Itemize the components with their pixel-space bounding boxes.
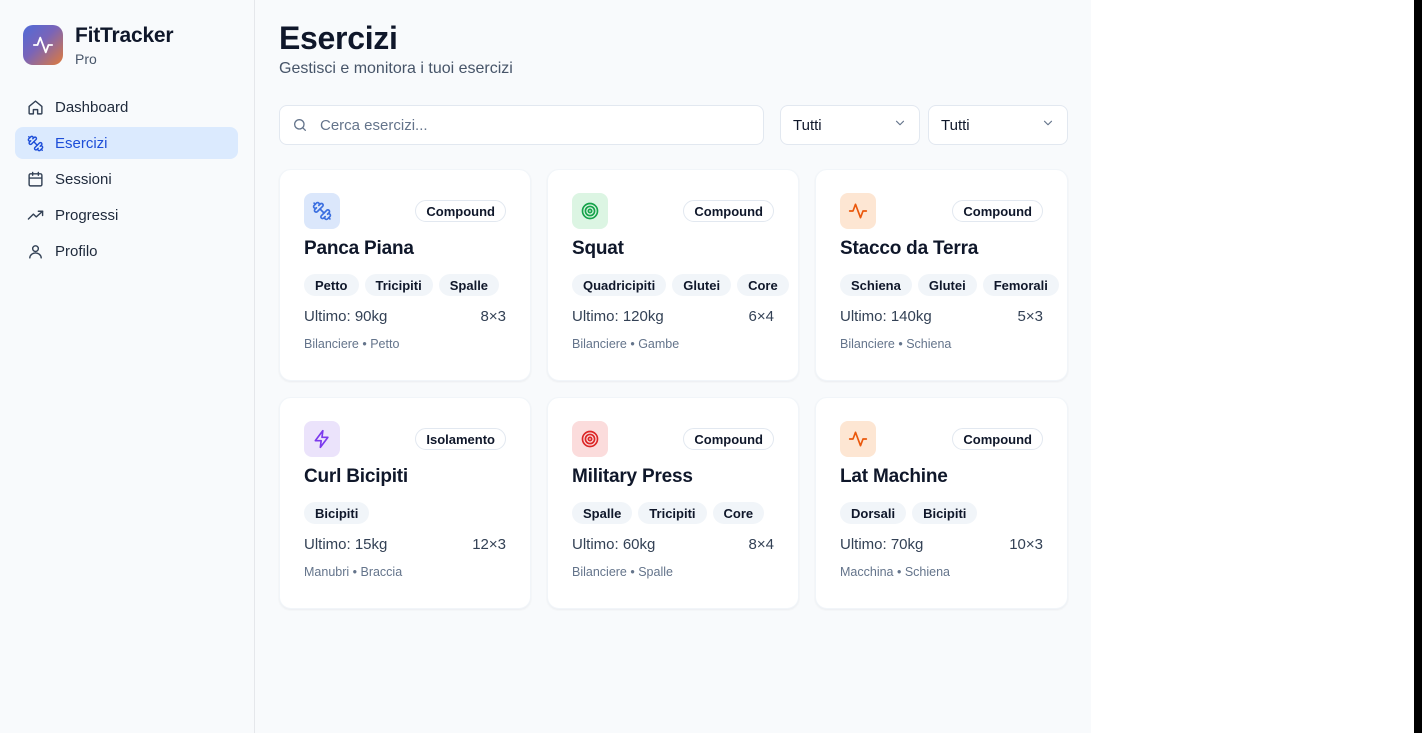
muscle-tag: Core xyxy=(737,274,789,296)
exercise-last-weight: Ultimo: 120kg xyxy=(572,308,664,325)
chevron-down-icon xyxy=(893,116,907,134)
home-icon xyxy=(26,98,44,116)
muscle-tags: Quadricipiti Glutei Core xyxy=(572,274,789,296)
muscle-tag: Bicipiti xyxy=(912,502,978,524)
main-content: Esercizi Gestisci e monitora i tuoi eser… xyxy=(255,0,1091,733)
exercise-last-weight: Ultimo: 90kg xyxy=(304,308,388,325)
exercise-meta: Bilanciere • Petto xyxy=(304,337,400,351)
muscle-tag: Glutei xyxy=(917,274,977,296)
exercise-meta: Macchina • Schiena xyxy=(840,565,950,579)
sidebar-item-esercizi[interactable]: Esercizi xyxy=(15,127,238,159)
exercise-name: Military Press xyxy=(572,466,693,487)
exercise-sets: 8×4 xyxy=(748,536,774,553)
exercise-name: Panca Piana xyxy=(304,238,414,259)
muscle-tag: Tricipiti xyxy=(364,274,433,296)
exercise-last-weight: Ultimo: 140kg xyxy=(840,308,932,325)
exercise-sets: 6×4 xyxy=(748,308,774,325)
brand-title: FitTracker xyxy=(75,24,174,47)
exercise-card[interactable]: Isolamento Curl Bicipiti Bicipiti Ultimo… xyxy=(279,397,531,609)
exercise-type-badge: Compound xyxy=(683,200,774,222)
target-icon xyxy=(572,421,608,457)
muscle-tag: Petto xyxy=(304,274,359,296)
exercise-sets: 5×3 xyxy=(1017,308,1043,325)
exercise-card[interactable]: Compound Lat Machine Dorsali Bicipiti Ult… xyxy=(815,397,1068,609)
zap-icon xyxy=(304,421,340,457)
muscle-tags: Petto Tricipiti Spalle xyxy=(304,274,506,296)
muscle-tag: Spalle xyxy=(572,502,633,524)
filter-select-value: Tutti xyxy=(793,116,822,134)
exercise-grid: Compound Panca Piana Petto Tricipiti Spall… xyxy=(279,169,1068,609)
activity-icon xyxy=(840,421,876,457)
search-input[interactable] xyxy=(320,116,740,134)
brand[interactable]: FitTracker Pro xyxy=(23,24,174,68)
exercise-sets: 12×3 xyxy=(472,536,506,553)
muscle-tag: Femorali xyxy=(982,274,1059,296)
search-icon xyxy=(292,117,308,133)
exercise-type-badge: Compound xyxy=(952,200,1043,222)
dumbbell-icon xyxy=(26,134,44,152)
app-window: FitTracker Pro Dashboard Esercizi Sessio… xyxy=(0,0,1091,733)
sidebar-item-profilo[interactable]: Profilo xyxy=(15,235,238,267)
exercise-meta: Bilanciere • Schiena xyxy=(840,337,952,351)
muscle-tags: Schiena Glutei Femorali xyxy=(840,274,1059,296)
sidebar-item-label: Esercizi xyxy=(55,134,108,152)
muscle-tag: Schiena xyxy=(840,274,912,296)
filter-select-value: Tutti xyxy=(941,116,970,134)
muscle-tags: Spalle Tricipiti Core xyxy=(572,502,774,524)
exercise-last-weight: Ultimo: 60kg xyxy=(572,536,656,553)
sidebar-item-progressi[interactable]: Progressi xyxy=(15,199,238,231)
logo-activity-icon xyxy=(23,25,63,65)
muscle-tag: Glutei xyxy=(672,274,732,296)
search-box[interactable] xyxy=(279,105,764,145)
muscle-tag: Quadricipiti xyxy=(572,274,667,296)
exercise-card[interactable]: Compound Stacco da Terra Schiena Glutei Fe… xyxy=(815,169,1068,381)
exercise-last-weight: Ultimo: 70kg xyxy=(840,536,924,553)
chevron-down-icon xyxy=(1041,116,1055,134)
exercise-name: Stacco da Terra xyxy=(840,238,979,259)
exercise-sets: 8×3 xyxy=(480,308,506,325)
exercise-sets: 10×3 xyxy=(1009,536,1043,553)
sidebar-item-dashboard[interactable]: Dashboard xyxy=(15,91,238,123)
exercise-meta: Bilanciere • Spalle xyxy=(572,565,673,579)
page-title: Esercizi xyxy=(279,20,398,56)
sidebar-item-label: Sessioni xyxy=(55,170,112,188)
sidebar-item-label: Profilo xyxy=(55,242,98,260)
muscle-tags: Dorsali Bicipiti xyxy=(840,502,1043,524)
sidebar-nav: Dashboard Esercizi Sessioni Progressi Pr… xyxy=(15,91,238,271)
muscle-tag: Spalle xyxy=(438,274,500,296)
calendar-icon xyxy=(26,170,44,188)
exercise-name: Squat xyxy=(572,238,624,259)
muscle-tags: Bicipiti xyxy=(304,502,506,524)
filter-select-1[interactable]: Tutti xyxy=(780,105,920,145)
sidebar-item-label: Progressi xyxy=(55,206,119,224)
exercise-type-badge: Isolamento xyxy=(415,428,506,450)
exercise-card[interactable]: Compound Squat Quadricipiti Glutei Core Ul… xyxy=(547,169,799,381)
dumbbell-icon xyxy=(304,193,340,229)
user-icon xyxy=(26,242,44,260)
exercise-last-weight: Ultimo: 15kg xyxy=(304,536,388,553)
page-subtitle: Gestisci e monitora i tuoi esercizi xyxy=(279,60,513,77)
activity-icon xyxy=(840,193,876,229)
sidebar-item-sessioni[interactable]: Sessioni xyxy=(15,163,238,195)
exercise-type-badge: Compound xyxy=(683,428,774,450)
exercise-card[interactable]: Compound Military Press Spalle Tricipiti C… xyxy=(547,397,799,609)
exercise-type-badge: Compound xyxy=(415,200,506,222)
muscle-tag: Dorsali xyxy=(840,502,907,524)
sidebar: FitTracker Pro Dashboard Esercizi Sessio… xyxy=(0,0,255,733)
muscle-tag: Tricipiti xyxy=(638,502,707,524)
exercise-name: Curl Bicipiti xyxy=(304,466,409,487)
filter-select-2[interactable]: Tutti xyxy=(928,105,1068,145)
window-edge xyxy=(1414,0,1422,733)
muscle-tag: Bicipiti xyxy=(304,502,370,524)
sidebar-item-label: Dashboard xyxy=(55,98,129,116)
trending-up-icon xyxy=(26,206,44,224)
exercise-meta: Bilanciere • Gambe xyxy=(572,337,680,351)
brand-subtitle: Pro xyxy=(75,51,97,67)
exercise-card[interactable]: Compound Panca Piana Petto Tricipiti Spall… xyxy=(279,169,531,381)
exercise-name: Lat Machine xyxy=(840,466,948,487)
exercise-type-badge: Compound xyxy=(952,428,1043,450)
exercise-meta: Manubri • Braccia xyxy=(304,565,403,579)
target-icon xyxy=(572,193,608,229)
muscle-tag: Core xyxy=(712,502,765,524)
